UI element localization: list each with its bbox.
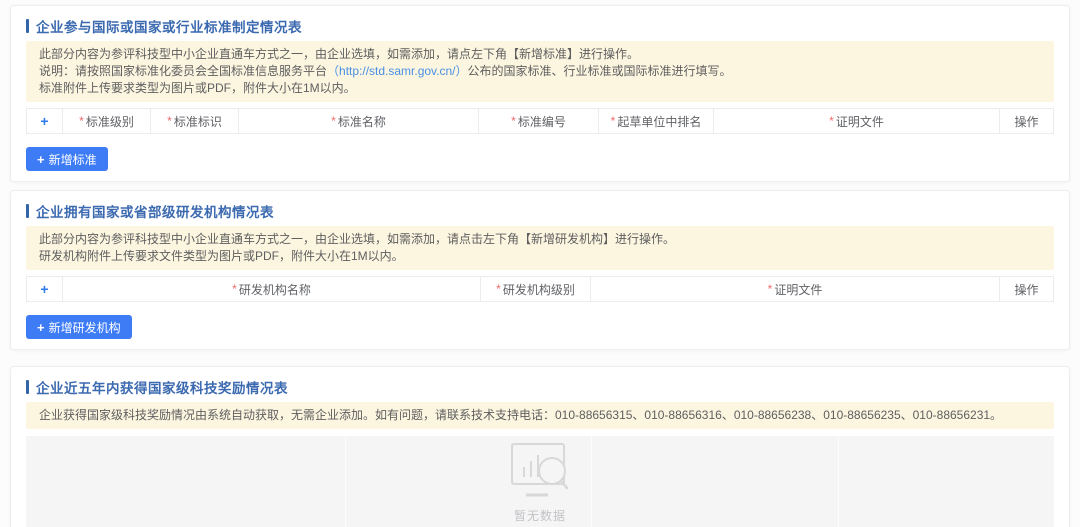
add-standard-row-plus-icon[interactable]: + xyxy=(27,109,63,133)
standards-section-title-text: 企业参与国际或国家或行业标准制定情况表 xyxy=(36,16,302,36)
standards-section-title: 企业参与国际或国家或行业标准制定情况表 xyxy=(26,12,1054,41)
column-label: 证明文件 xyxy=(836,113,884,130)
rnd-section-card: 企业拥有国家或省部级研发机构情况表 此部分内容为参评科技型中小企业直通车方式之一… xyxy=(10,190,1070,350)
column-rnd-name: *研发机构名称 xyxy=(63,277,481,301)
rnd-notice-box: 此部分内容为参评科技型中小企业直通车方式之一，由企业选填，如需添加，请点击左下角… xyxy=(26,226,1054,270)
standards-notice-box: 此部分内容为参评科技型中小企业直通车方式之一，由企业选填，如需添加，请点左下角【… xyxy=(26,41,1054,102)
title-accent-bar xyxy=(26,19,29,33)
column-label: 标准级别 xyxy=(86,113,134,130)
column-label: 标准标识 xyxy=(174,113,222,130)
column-label: 起草单位中排名 xyxy=(617,113,701,130)
notice-line: 说明：请按照国家标准化委员会全国标准信息服务平台（http://std.samr… xyxy=(39,63,1041,80)
awards-empty-state: 暂无数据 xyxy=(26,436,1054,527)
required-marker: * xyxy=(79,114,84,128)
notice-text: 公布的国家标准、行业标准或国际标准进行填写。 xyxy=(468,64,732,78)
notice-text: 说明：请按照国家标准化委员会全国标准信息服务平台 xyxy=(39,64,327,78)
column-drafting-rank: *起草单位中排名 xyxy=(599,109,714,133)
column-standard-name: *标准名称 xyxy=(239,109,479,133)
column-label: 研发机构级别 xyxy=(503,281,575,298)
add-rnd-button[interactable]: + 新增研发机构 xyxy=(26,315,132,339)
title-accent-bar xyxy=(26,380,29,394)
column-rnd-level: *研发机构级别 xyxy=(481,277,591,301)
awards-section-card: 企业近五年内获得国家级科技奖励情况表 企业获得国家级科技奖励情况由系统自动获取，… xyxy=(10,366,1070,527)
required-marker: * xyxy=(768,282,773,296)
notice-line: 标准附件上传要求类型为图片或PDF，附件大小在1M以内。 xyxy=(39,80,1041,97)
plus-icon: + xyxy=(40,113,48,129)
samr-standards-link[interactable]: （http://std.samr.gov.cn/） xyxy=(327,64,468,78)
add-rnd-row-plus-icon[interactable]: + xyxy=(27,277,63,301)
required-marker: * xyxy=(496,282,501,296)
required-marker: * xyxy=(331,114,336,128)
column-label: 证明文件 xyxy=(774,281,822,298)
column-label: 标准名称 xyxy=(338,113,386,130)
column-proof-file: *证明文件 xyxy=(591,277,1000,301)
required-marker: * xyxy=(511,114,516,128)
rnd-section-title: 企业拥有国家或省部级研发机构情况表 xyxy=(26,197,1054,226)
required-marker: * xyxy=(167,114,172,128)
rnd-section-title-text: 企业拥有国家或省部级研发机构情况表 xyxy=(36,201,274,221)
column-standard-number: *标准编号 xyxy=(479,109,599,133)
standards-table-header: + *标准级别 *标准标识 *标准名称 *标准编号 *起草单位中排名 *证明文件… xyxy=(26,108,1054,134)
required-marker: * xyxy=(829,114,834,128)
notice-line: 研发机构附件上传要求文件类型为图片或PDF，附件大小在1M以内。 xyxy=(39,248,1041,265)
column-label: 研发机构名称 xyxy=(239,281,311,298)
add-standard-button-label: 新增标准 xyxy=(49,151,97,168)
awards-notice-box: 企业获得国家级科技奖励情况由系统自动获取，无需企业添加。如有问题，请联系技术支持… xyxy=(26,402,1054,429)
no-data-icon xyxy=(504,441,576,503)
column-standard-id: *标准标识 xyxy=(151,109,239,133)
empty-column-divider xyxy=(838,436,839,527)
column-label: 操作 xyxy=(1014,281,1038,298)
add-rnd-button-label: 新增研发机构 xyxy=(49,319,121,336)
standards-section-card: 企业参与国际或国家或行业标准制定情况表 此部分内容为参评科技型中小企业直通车方式… xyxy=(10,5,1070,182)
plus-icon: + xyxy=(40,281,48,297)
plus-icon: + xyxy=(37,153,45,166)
notice-line: 此部分内容为参评科技型中小企业直通车方式之一，由企业选填，如需添加，请点左下角【… xyxy=(39,46,1041,63)
empty-column-divider xyxy=(591,436,592,527)
column-label: 标准编号 xyxy=(518,113,566,130)
notice-line: 此部分内容为参评科技型中小企业直通车方式之一，由企业选填，如需添加，请点击左下角… xyxy=(39,231,1041,248)
column-action: 操作 xyxy=(1000,277,1053,301)
column-standard-level: *标准级别 xyxy=(63,109,151,133)
no-data-text: 暂无数据 xyxy=(514,507,566,524)
column-label: 操作 xyxy=(1014,113,1038,130)
notice-line: 企业获得国家级科技奖励情况由系统自动获取，无需企业添加。如有问题，请联系技术支持… xyxy=(39,407,1041,424)
column-action: 操作 xyxy=(1000,109,1053,133)
empty-column-divider xyxy=(345,436,346,527)
rnd-table-header: + *研发机构名称 *研发机构级别 *证明文件 操作 xyxy=(26,276,1054,302)
add-standard-button[interactable]: + 新增标准 xyxy=(26,147,108,171)
required-marker: * xyxy=(611,114,616,128)
awards-section-title: 企业近五年内获得国家级科技奖励情况表 xyxy=(26,373,1054,402)
column-proof-file: *证明文件 xyxy=(714,109,1000,133)
required-marker: * xyxy=(232,282,237,296)
plus-icon: + xyxy=(37,321,45,334)
awards-section-title-text: 企业近五年内获得国家级科技奖励情况表 xyxy=(36,377,288,397)
title-accent-bar xyxy=(26,204,29,218)
